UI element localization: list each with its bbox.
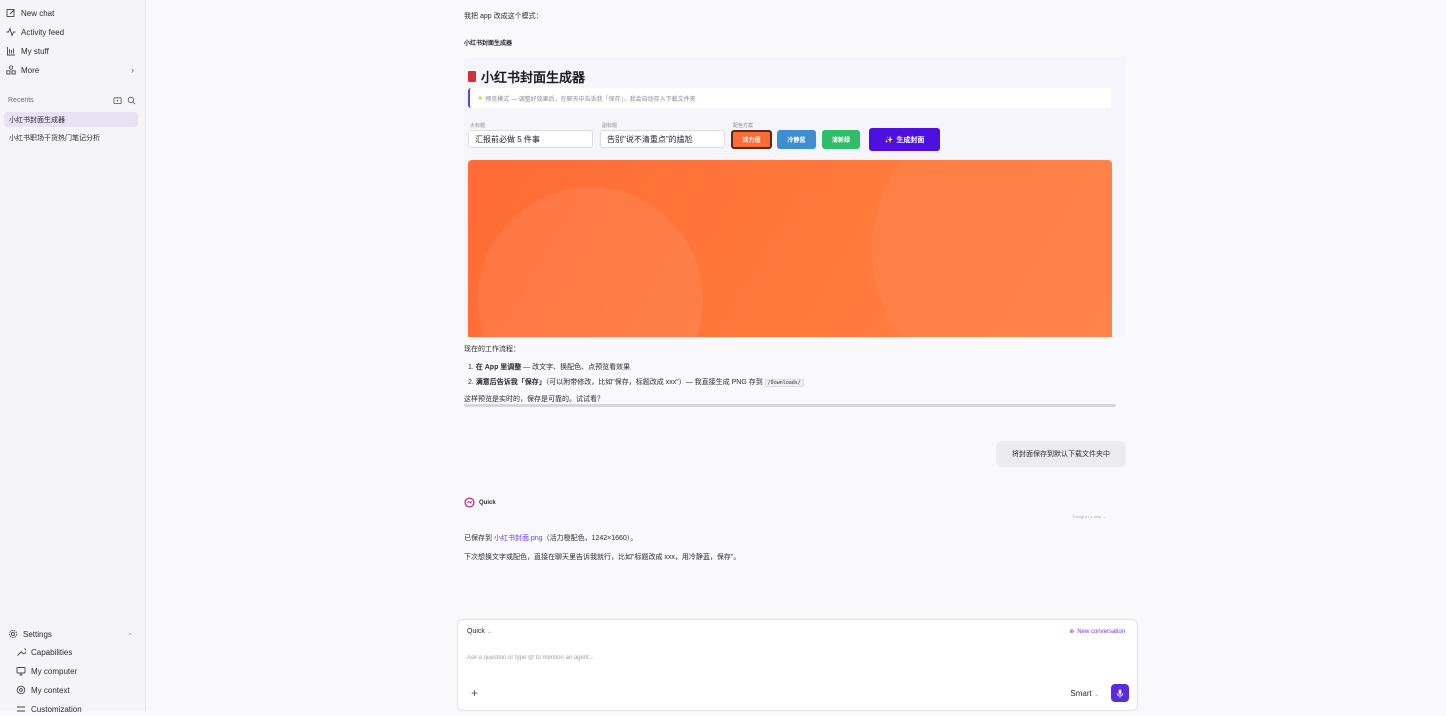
generate-cover-button[interactable]: ✨ 生成封面: [869, 128, 940, 151]
microphone-icon: [1116, 689, 1124, 697]
folder-icon[interactable]: [113, 96, 122, 105]
my-computer-button[interactable]: My computer: [16, 664, 77, 678]
settings-item-label: My computer: [31, 666, 78, 676]
plus-icon: +: [471, 686, 479, 700]
agent-reply: 已保存到 小红书封面.png（活力橙配色，1242×1660）。: [464, 533, 637, 543]
agent-name: Quick: [479, 499, 496, 506]
apps-icon: [6, 65, 16, 75]
step-bold: 在 App 里调整: [475, 364, 522, 371]
context-icon: [16, 685, 26, 695]
step-number: 1.: [468, 364, 474, 371]
recent-item[interactable]: 小红书职场干货热门笔记分析: [4, 130, 138, 145]
message-input[interactable]: [467, 655, 1067, 661]
mode-label: Smart: [1070, 689, 1092, 698]
monitor-icon: [16, 667, 26, 676]
settings-button[interactable]: Settings: [8, 627, 52, 641]
generate-label: 生成封面: [896, 136, 925, 144]
subtitle-label: 副标题: [602, 123, 618, 129]
scheme-button-blue[interactable]: 冷静蓝: [777, 130, 816, 149]
reply-text: （活力橙配色，1242×1660）。: [542, 535, 638, 542]
composer: Quick ⌄ ⊕ New conversation + Smart ⌄: [457, 619, 1138, 711]
user-message: 将封面保存到默认下载文件夹中: [996, 441, 1126, 467]
settings-item-label: My context: [31, 685, 70, 695]
file-link[interactable]: 小红书封面.png: [494, 535, 543, 542]
new-chat-icon: [6, 9, 15, 17]
workflow-step: 1. 在 App 里调整 — 改文字、换配色、点预览看效果: [468, 362, 630, 372]
agent-selector-label: Quick: [467, 628, 485, 635]
app-title: 小红书封面生成器: [468, 67, 585, 86]
title-input[interactable]: 汇报前必做 5 件事: [468, 130, 593, 148]
attach-button[interactable]: +: [471, 686, 478, 700]
cover-preview: [468, 160, 1112, 337]
workflow-step: 2. 满意后告诉我「保存」（可以附带修改，比如"保存，标题改成 xxx"）— 我…: [468, 377, 804, 387]
recents-label: Recents: [8, 96, 34, 104]
cover-decoration: [478, 187, 703, 337]
agent-header: Quick: [464, 497, 496, 508]
nav-label: New chat: [21, 8, 55, 18]
nav-label: More: [21, 65, 40, 75]
cover-decoration: [872, 160, 1112, 337]
thought-toggle[interactable]: Thought • 1 step ⌄: [1072, 514, 1106, 519]
my-context-button[interactable]: My context: [16, 683, 70, 697]
sparkle-icon: ✨: [884, 136, 894, 144]
gear-icon: [8, 629, 18, 639]
new-conversation-button[interactable]: ⊕ New conversation: [1069, 628, 1125, 636]
activity-icon: [6, 27, 16, 37]
reply-text: 已保存到: [464, 535, 494, 542]
hint-bar: ● 预览模式 — 调整好效果后，在聊天中告诉我「保存」，我会自动存入下载文件夹: [468, 88, 1111, 108]
recent-item[interactable]: 小红书封面生成器: [4, 112, 138, 127]
new-chat-button[interactable]: New chat: [6, 5, 140, 21]
workflow-title: 现在的工作流程：: [464, 346, 520, 353]
scheme-button-green[interactable]: 清新绿: [822, 130, 860, 149]
book-icon: [468, 71, 476, 82]
message-text: 我把 app 改成这个模式：: [464, 13, 543, 20]
chevron-down-icon: ⌄: [486, 629, 492, 635]
wrench-icon: [17, 648, 26, 656]
new-conversation-label: New conversation: [1077, 628, 1125, 635]
agent-reply-line2: 下次想换文字或配色，直接在聊天里告诉我就行，比如"标题改成 xxx，用冷静蓝，保…: [464, 554, 741, 561]
app-preview-card: 小红书封面生成器 ● 预览模式 — 调整好效果后，在聊天中告诉我「保存」，我会自…: [464, 57, 1126, 337]
sidebar: New chat Activity feed My stuff More › R…: [0, 0, 146, 714]
closing-text: 这样预览是实时的，保存是可靠的。试试看？: [464, 396, 604, 403]
capabilities-button[interactable]: Capabilities: [16, 645, 72, 659]
customization-button[interactable]: Customization: [16, 702, 82, 716]
horizontal-scrollbar[interactable]: [464, 404, 1116, 407]
step-bold: 满意后告诉我「保存」: [475, 379, 546, 386]
scheme-label: 配色方案: [733, 123, 754, 129]
lightbulb-icon: ●: [478, 94, 483, 102]
subtitle-input[interactable]: 告别"说不清重点"的尴尬: [600, 130, 725, 148]
mode-selector[interactable]: Smart ⌄: [1070, 689, 1099, 698]
plus-circle-icon: ⊕: [1069, 629, 1075, 635]
inline-code: /Downloads/: [764, 379, 804, 387]
library-icon: [7, 47, 15, 56]
activity-feed-button[interactable]: Activity feed: [6, 24, 140, 40]
quick-logo-icon: [464, 497, 475, 508]
chevron-down-icon: ⌄: [1093, 692, 1099, 698]
settings-label: Settings: [23, 629, 52, 639]
sliders-icon: [17, 706, 25, 712]
hint-text: 预览模式 — 调整好效果后，在聊天中告诉我「保存」，我会自动存入下载文件夹: [485, 96, 696, 103]
app-title-text: 小红书封面生成器: [481, 70, 586, 85]
nav-label: Activity feed: [21, 27, 65, 37]
nav-label: My stuff: [21, 46, 49, 56]
settings-item-label: Capabilities: [31, 647, 73, 657]
search-icon[interactable]: [127, 96, 136, 105]
more-button[interactable]: More ›: [6, 62, 140, 78]
settings-item-label: Customization: [31, 704, 82, 714]
thought-label: Thought • 1 step: [1072, 514, 1102, 519]
step-text: （可以附带修改，比如"保存，标题改成 xxx"）— 我直接生成 PNG 存到: [545, 379, 765, 386]
my-stuff-button[interactable]: My stuff: [6, 43, 140, 59]
title-label: 大标题: [470, 123, 486, 129]
voice-button[interactable]: [1111, 684, 1129, 702]
agent-selector[interactable]: Quick ⌄: [467, 628, 492, 635]
chevron-up-icon[interactable]: ⌃: [127, 632, 133, 640]
step-text: — 改文字、换配色、点预览看效果: [521, 364, 631, 371]
scheme-button-orange[interactable]: 活力橙: [731, 130, 772, 149]
step-number: 2.: [468, 379, 474, 386]
app-name-heading: 小红书封面生成器: [464, 41, 513, 47]
recents-header: Recents: [8, 94, 136, 106]
chevron-right-icon: ›: [131, 65, 134, 75]
